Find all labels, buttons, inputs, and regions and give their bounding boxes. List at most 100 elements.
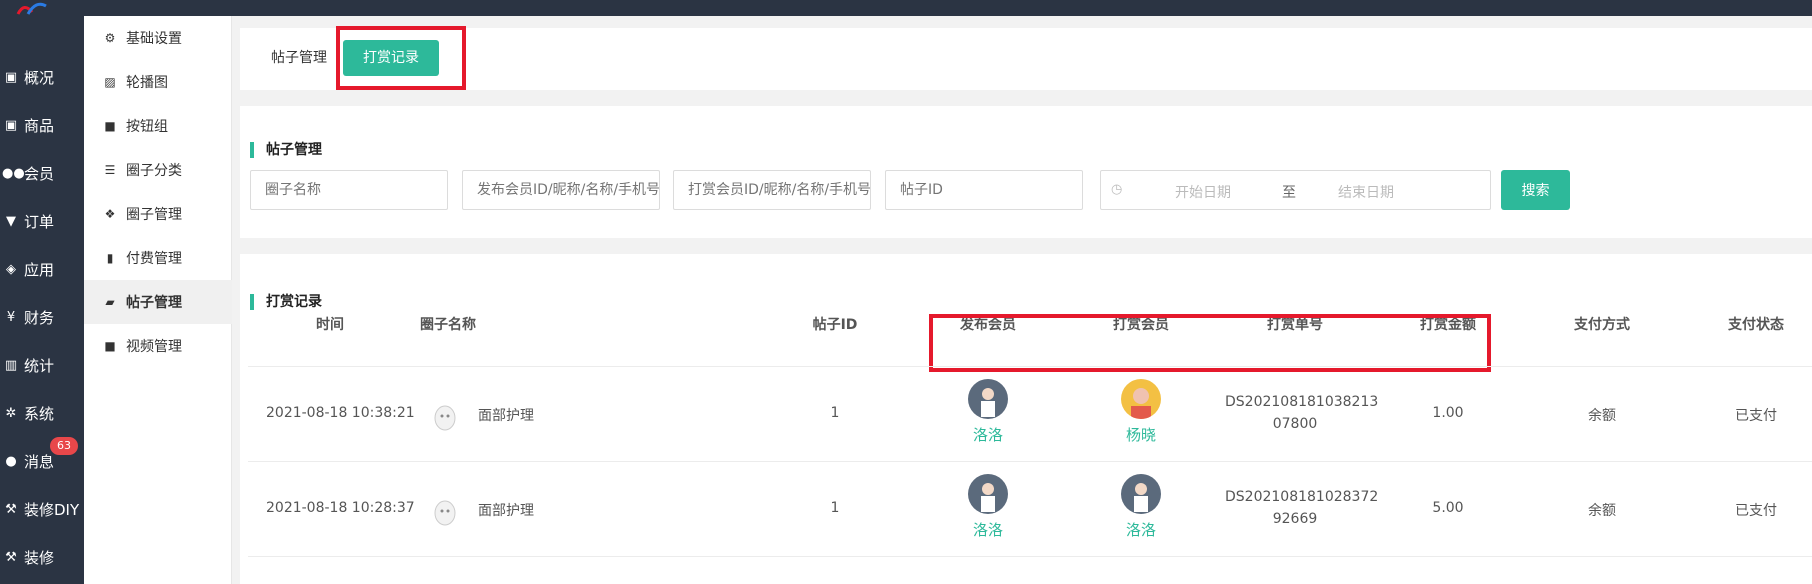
- subnav-item-circle-management[interactable]: ❖ 圈子管理: [84, 192, 232, 236]
- rewarder-name[interactable]: 洛洛: [1101, 519, 1181, 540]
- rewarder-name[interactable]: 杨晓: [1101, 424, 1181, 445]
- main-content: 帖子管理 打赏记录 帖子管理 ◷ 开始日期 至 结束日期 搜索 打赏记录: [240, 16, 1812, 584]
- video-icon: ■: [104, 339, 116, 353]
- row-amount: 5.00: [1432, 500, 1464, 516]
- sidebar-item-label: 装修: [24, 548, 55, 567]
- logo: [16, 2, 47, 15]
- sidebar-item-system[interactable]: ✲ 系统: [0, 390, 84, 436]
- sidebar-item-label: 会员: [24, 164, 55, 183]
- col-rewarder: 打赏会员: [1113, 317, 1169, 333]
- sidebar-item-diy[interactable]: ⚒ 装修DIY: [0, 486, 84, 532]
- square-icon: ■: [104, 119, 116, 133]
- rewarder-avatar[interactable]: [1121, 474, 1161, 514]
- sidebar-item-label: 应用: [24, 260, 55, 279]
- rewarder-avatar[interactable]: [1121, 379, 1161, 419]
- col-poster: 发布会员: [960, 317, 1016, 333]
- tab-post-management[interactable]: 帖子管理: [264, 40, 334, 76]
- poster-name[interactable]: 洛洛: [948, 519, 1028, 540]
- subnav-item-carousel[interactable]: ▨ 轮播图: [84, 60, 232, 104]
- cart-icon: ▼: [6, 213, 16, 229]
- records-section-title: 打赏记录: [250, 294, 322, 310]
- hammer-icon: ⚒: [5, 501, 17, 517]
- sidebar-item-label: 概况: [24, 68, 55, 87]
- subnav-item-button-group[interactable]: ■ 按钮组: [84, 104, 232, 148]
- col-pay-method: 支付方式: [1574, 317, 1630, 333]
- tab-bar: 帖子管理 打赏记录: [240, 28, 1812, 90]
- poster-avatar[interactable]: [968, 474, 1008, 514]
- bookmark-icon: ▮: [106, 251, 114, 265]
- row-order-no-line2: 92669: [1272, 511, 1318, 527]
- poster-member-input[interactable]: [462, 170, 660, 210]
- header-divider: [248, 366, 1812, 367]
- stats-icon: ▥: [4, 357, 18, 373]
- row-time: 2021-08-18 10:38:21: [266, 405, 415, 421]
- start-date-input[interactable]: 开始日期: [1175, 182, 1231, 202]
- sidebar-item-label: 系统: [24, 404, 55, 423]
- row-pay-status: 已支付: [1735, 503, 1777, 519]
- subnav-item-label: 圈子分类: [126, 163, 182, 179]
- col-time: 时间: [316, 317, 344, 333]
- goods-icon: ▣: [4, 117, 18, 133]
- sidebar-item-stats[interactable]: ▥ 统计: [0, 342, 84, 388]
- date-range-picker[interactable]: ◷ 开始日期 至 结束日期: [1100, 170, 1491, 210]
- row-pay-status: 已支付: [1735, 408, 1777, 424]
- list-icon: ☰: [104, 163, 116, 177]
- sidebar-item-members[interactable]: ●● 会员: [0, 150, 84, 196]
- top-bar: [0, 0, 1812, 16]
- subnav-item-basic-settings[interactable]: ⚙ 基础设置: [84, 16, 232, 60]
- row-amount: 1.00: [1432, 405, 1464, 421]
- circle-thumbnail: [434, 500, 456, 526]
- circle-name-input[interactable]: [250, 170, 448, 210]
- subnav-item-circle-category[interactable]: ☰ 圈子分类: [84, 148, 232, 192]
- sidebar-item-orders[interactable]: ▼ 订单: [0, 198, 84, 244]
- subnav-item-paid-management[interactable]: ▮ 付费管理: [84, 236, 232, 280]
- col-pay-status: 支付状态: [1728, 317, 1784, 333]
- poster-name[interactable]: 洛洛: [948, 424, 1028, 445]
- sidebar-item-decorate[interactable]: ⚒ 装修: [0, 534, 84, 580]
- row-order-no-line1: DS202108181028372: [1225, 489, 1379, 505]
- sidebar-item-apps[interactable]: ◈ 应用: [0, 246, 84, 292]
- subnav-item-label: 按钮组: [126, 119, 168, 135]
- subnav-item-label: 圈子管理: [126, 207, 182, 223]
- sidebar-item-overview[interactable]: ▣ 概况: [0, 54, 84, 100]
- row-post-id: 1: [830, 405, 840, 421]
- row-divider: [248, 461, 1812, 462]
- dashboard-icon: ▣: [4, 69, 18, 85]
- sidebar-item-label: 商品: [24, 116, 55, 135]
- tab-reward-records[interactable]: 打赏记录: [343, 40, 439, 76]
- row-post-id: 1: [830, 500, 840, 516]
- post-id-input[interactable]: [885, 170, 1083, 210]
- sidebar-item-label: 财务: [24, 308, 55, 327]
- hammer-icon: ⚒: [5, 549, 17, 565]
- subnav-item-post-management[interactable]: ▰ 帖子管理: [84, 280, 232, 324]
- col-circle-name: 圈子名称: [420, 317, 476, 333]
- image-icon: ▨: [104, 75, 116, 89]
- subnav-item-label: 基础设置: [126, 31, 182, 47]
- filter-section-title: 帖子管理: [250, 142, 322, 158]
- col-order-no: 打赏单号: [1267, 317, 1323, 333]
- apps-icon: ◈: [6, 261, 16, 277]
- sidebar-item-label: 订单: [24, 212, 55, 231]
- sidebar-item-goods[interactable]: ▣ 商品: [0, 102, 84, 148]
- poster-avatar[interactable]: [968, 379, 1008, 419]
- subnav-item-video-management[interactable]: ■ 视频管理: [84, 324, 232, 368]
- sub-sidebar: ⚙ 基础设置 ▨ 轮播图 ■ 按钮组 ☰ 圈子分类 ❖ 圈子管理 ▮ 付费管理 ▰ 帖子管理 …: [84, 16, 232, 584]
- cubes-icon: ❖: [104, 207, 116, 221]
- chat-icon: ●: [5, 453, 17, 469]
- end-date-input[interactable]: 结束日期: [1338, 182, 1394, 202]
- sidebar-item-label: 消息: [24, 452, 55, 471]
- row-pay-method: 余额: [1588, 503, 1616, 519]
- search-button[interactable]: 搜索: [1501, 170, 1570, 210]
- main-sidebar: ▣ 概况 ▣ 商品 ●● 会员 ▼ 订单 ◈ 应用 ¥ 财务 ▥ 统计 ✲ 系统 ● 消息 ⚒ 装修…: [0, 16, 84, 584]
- sidebar-item-finance[interactable]: ¥ 财务: [0, 294, 84, 340]
- col-post-id: 帖子ID: [812, 317, 858, 333]
- folder-open-icon: ▰: [105, 295, 115, 309]
- row-order-no-line2: 07800: [1272, 416, 1318, 432]
- row-circle: 面部护理: [478, 503, 534, 519]
- subnav-item-label: 视频管理: [126, 339, 182, 355]
- rewarder-member-input[interactable]: [673, 170, 871, 210]
- settings-icon: ⚙: [104, 31, 116, 45]
- clock-icon: ◷: [1111, 182, 1123, 197]
- sidebar-item-label: 装修DIY: [24, 500, 80, 519]
- row-divider: [248, 556, 1812, 557]
